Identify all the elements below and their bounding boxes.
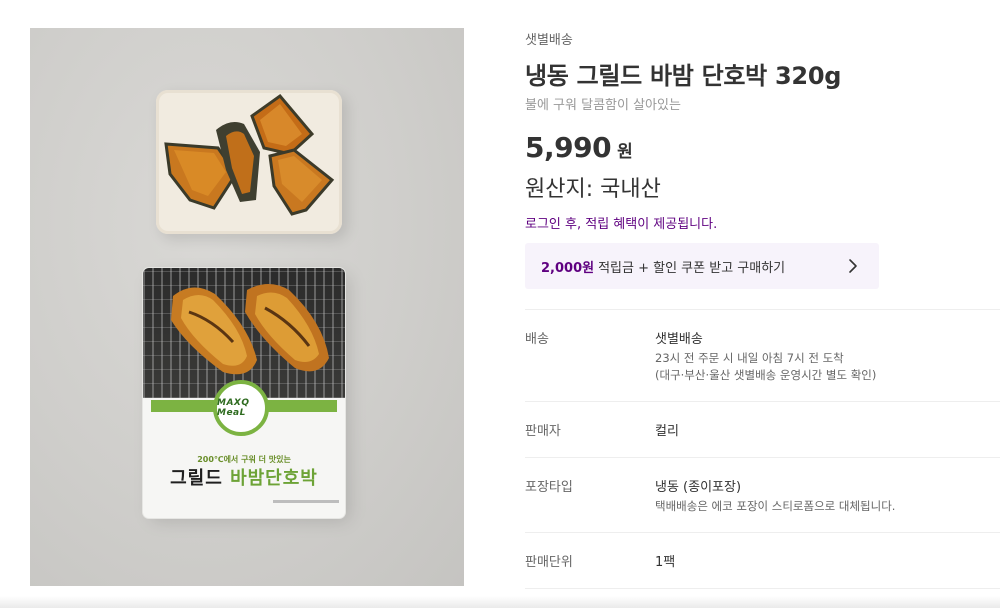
coupon-banner-button[interactable]: 2,000원 적립금 + 할인 쿠폰 받고 구매하기	[525, 243, 879, 289]
package-name: 그릴드 바밤단호박	[143, 464, 345, 490]
product-subtitle: 불에 구워 달콤함이 살아있는	[525, 98, 681, 113]
detail-value: 1팩	[655, 555, 676, 570]
product-image: MAXQ MeaL 200℃에서 구워 더 맛있는 그릴드 바밤단호박	[30, 28, 464, 586]
chevron-right-icon	[849, 259, 857, 273]
detail-value: 샛별배송	[655, 332, 703, 347]
detail-label: 포장타입	[525, 480, 573, 495]
divider	[525, 309, 1000, 310]
pumpkin-wedges	[164, 93, 335, 216]
product-title: 냉동 그릴드 바밤 단호박 320g	[525, 62, 842, 90]
divider	[525, 457, 1000, 458]
product-info: 샛별배송 냉동 그릴드 바밤 단호박 320g 불에 구워 달콤함이 살아있는 …	[525, 0, 1000, 608]
grilled-pumpkin-slices	[171, 284, 329, 375]
package-logo-text: MAXQ MeaL	[217, 398, 250, 418]
price-value: 5,990	[525, 131, 612, 164]
package-name-prefix: 그릴드	[170, 468, 231, 489]
detail-value: 컬리	[655, 424, 679, 439]
divider	[525, 532, 1000, 533]
package-logo: MAXQ MeaL	[213, 380, 269, 436]
origin: 원산지: 국내산	[525, 177, 661, 202]
delivery-tag: 샛별배송	[525, 33, 573, 48]
bottom-shadow	[0, 596, 1000, 608]
detail-label: 판매단위	[525, 555, 573, 570]
login-notice: 로그인 후, 적립 혜택이 제공됩니다.	[525, 217, 718, 232]
product-package: MAXQ MeaL 200℃에서 구워 더 맛있는 그릴드 바밤단호박	[143, 268, 345, 518]
detail-label: 판매자	[525, 424, 561, 439]
package-fine-print	[273, 500, 339, 503]
divider	[525, 588, 1000, 589]
detail-note: 택배배송은 에코 포장이 스티로폼으로 대체됩니다.	[655, 499, 896, 513]
price-currency: 원	[617, 142, 633, 162]
detail-note: 23시 전 주문 시 내일 아침 7시 전 도착	[655, 351, 844, 365]
coupon-amount: 2,000원	[541, 260, 595, 276]
price-row: 5,990 원	[525, 131, 633, 164]
detail-note: (대구·부산·울산 샛별배송 운영시간 별도 확인)	[655, 368, 877, 382]
divider	[525, 401, 1000, 402]
detail-value: 냉동 (종이포장)	[655, 480, 742, 495]
coupon-text: 적립금 + 할인 쿠폰 받고 구매하기	[598, 260, 786, 276]
package-name-accent: 바밤단호박	[230, 468, 318, 489]
detail-label: 배송	[525, 332, 549, 347]
